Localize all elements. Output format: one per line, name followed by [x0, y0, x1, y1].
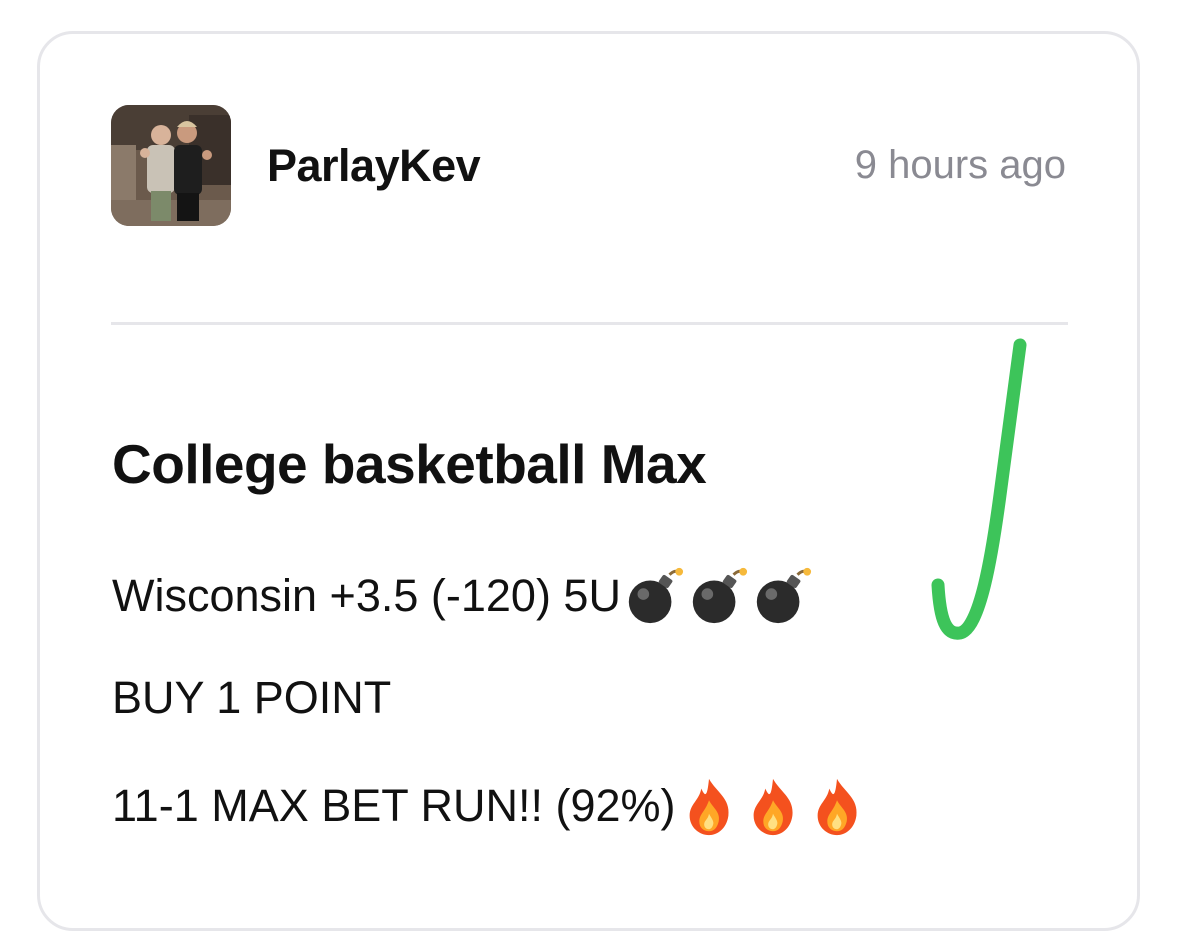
record-text: 11-1 MAX BET RUN!! (92%)	[112, 780, 676, 831]
pick-text: Wisconsin +3.5 (-120) 5U	[112, 570, 621, 621]
post-timestamp: 9 hours ago	[854, 143, 1066, 187]
post-title: College basketball Max	[112, 433, 707, 495]
pick-line: Wisconsin +3.5 (-120) 5U	[112, 565, 813, 627]
fire-icon	[753, 778, 793, 836]
divider	[111, 322, 1068, 325]
bomb-icon	[692, 567, 748, 624]
fire-icon	[817, 778, 857, 836]
bomb-icon	[756, 567, 812, 624]
avatar[interactable]	[111, 105, 231, 226]
fire-icon	[689, 778, 729, 836]
check-mark-icon	[931, 338, 1027, 640]
buy-line: BUY 1 POINT	[112, 672, 391, 724]
bomb-icon	[628, 567, 684, 624]
record-line: 11-1 MAX BET RUN!! (92%)	[112, 775, 868, 837]
username[interactable]: ParlayKev	[267, 140, 481, 192]
buy-text: BUY 1 POINT	[112, 672, 392, 723]
